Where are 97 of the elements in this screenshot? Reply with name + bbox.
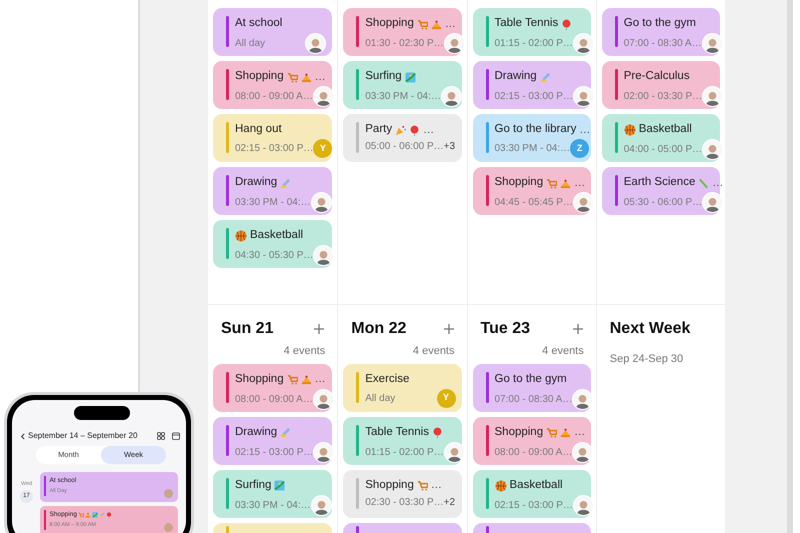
event-time: 02:00 - 03:30 P… [624,90,702,104]
ellipsis-text: … [314,70,326,85]
event-title: Basketball [638,122,692,138]
ellipsis-text: … [579,122,590,138]
event-title: Shopping [365,478,414,493]
avatar-initial: Y [436,388,456,408]
event-time: 05:30 - 06:00 P… [624,196,702,210]
ellipsis-text: … [314,372,326,388]
event-time: 07:00 - 08:30 A… [624,37,702,51]
event-title: At school [235,16,282,32]
event-title: Table Tennis [494,16,558,32]
event-card[interactable]: Basketball 04:00 - 05:00 P… [602,114,720,162]
event-title: Party [365,122,392,138]
ellipsis-text: … [423,122,434,138]
event-card[interactable]: Shopping … 02:30 - 03:30 P…+2 [343,470,462,518]
ellipsis-text: … [430,478,442,494]
avatar-initial: Z [570,139,590,158]
event-time: All day [365,392,396,406]
event-count: 4 events [284,344,326,359]
event-card[interactable]: Shopping … 08:00 - 09:00 A… [213,61,332,109]
event-card[interactable]: Party … 05:00 - 06:00 P…+3 [343,114,462,162]
event-time: 01:30 - 02:30 P… [365,37,444,51]
event-time: 02:30 - 03:30 P… [365,496,444,510]
event-time: 01:15 - 02:00 P… [494,37,573,51]
ellipsis-text: … [574,425,586,440]
event-card[interactable]: Drawing 02:15 - 03:00 P… [213,416,332,464]
event-title: Basketball [510,478,563,493]
event-title: Basketball [250,228,304,244]
event-card[interactable]: Basketball 04:30 - 05:30 P… [213,220,332,268]
event-card[interactable]: Shopping … 08:00 - 09:00 A… [213,364,332,412]
event-card[interactable]: Table Tennis 01:15 - 02:00 P… [472,8,591,56]
event-time: 04:45 - 05:45 P… [494,196,573,210]
event-time: 02:15 - 03:00 P… [235,446,314,460]
event-time: 03:30 PM - 04:… [494,142,570,156]
event-card[interactable]: Table Tennis 01:15 - 02:00 P… [343,416,462,464]
event-time: 02:15 - 03:00 P… [235,142,314,156]
event-title: Shopping [494,424,544,440]
event-time: 08:00 - 09:00 A… [494,446,572,460]
event-title: Shopping [235,372,284,387]
event-card[interactable]: Surfing 03:30 PM - 04:… [213,470,332,518]
day-title: Sun 21 [221,319,274,339]
event-card[interactable]: Shopping … 01:30 - 02:30 P… [343,8,462,56]
event-time: 05:00 - 06:00 P… [365,140,444,154]
event-title: Exercise [365,372,410,387]
event-count: 4 events [542,344,584,359]
more-count: +3 [444,140,456,154]
event-title: Surfing [365,69,402,84]
event-title: Drawing [494,69,537,84]
event-card[interactable]: Go to the gym 07:00 - 08:30 A… [602,8,720,56]
event-time: 08:00 - 09:00 A… [235,90,313,104]
event-card[interactable]: Go to the gym 07:00 - 08:30 A… [472,364,591,412]
event-title: Earth Science [624,175,696,190]
event-card[interactable]: Basketball 02:15 - 03:00 P… [472,470,591,518]
event-title: Shopping [235,69,284,84]
event-card[interactable]: Exercise All day Y [343,364,462,412]
event-card[interactable]: Earth Science … 05:30 - 06:00 P… [602,167,720,215]
ellipsis-text: … [444,16,456,32]
event-count: 4 events [412,344,454,359]
event-title: Surfing [235,478,272,493]
event-card[interactable]: Drawing 02:15 - 03:00 P… [472,61,591,109]
event-title: Drawing [235,175,278,190]
event-time: 07:00 - 08:30 A… [494,392,572,406]
avatar-initial: Y [313,139,332,158]
event-time: 02:15 - 03:00 P… [494,90,573,104]
event-card[interactable]: Shopping … 08:00 - 09:00 A… [472,416,591,464]
event-time: 04:30 - 05:30 P… [235,249,314,263]
date-range: Sep 24-Sep 30 [608,352,684,367]
event-time: 03:30 PM - 04:… [365,90,441,104]
event-card[interactable]: Surfing 03:30 PM - 04:… [343,61,462,109]
event-title: Drawing [235,424,278,440]
event-time: 08:00 - 09:00 A… [235,392,313,406]
event-card[interactable]: Hang out 02:15 - 03:00 P… Y [213,114,332,162]
event-title: Go to the gym [624,16,696,32]
day-title: Next Week [610,319,690,339]
event-card[interactable]: Shopping … 04:45 - 05:45 P… [472,167,591,215]
event-title: Pre-Calculus [624,69,690,84]
event-card[interactable]: Go to the library … 03:30 PM - 04:… Z [472,114,591,162]
event-time: 01:15 - 02:00 P… [365,446,444,460]
event-card[interactable]: At school All day [213,8,332,56]
event-card[interactable]: Drawing 03:30 PM - 04:… [213,167,332,215]
day-title: Tue 23 [480,319,530,339]
date-range-title: September 14 – September 20 [28,430,138,442]
ellipsis-text: … [574,176,586,191]
event-title: Hang out [235,122,282,138]
event-time: 02:15 - 03:00 P… [494,498,573,512]
event-title: Go to the gym [494,372,567,387]
event-title: Shopping [365,16,414,32]
event-title: Shopping [494,175,544,190]
event-time: All day [235,37,266,51]
event-card[interactable]: Pre-Calculus 02:00 - 03:30 P… [602,61,720,109]
event-title: Go to the library [494,122,576,138]
event-time: 03:30 PM - 04:… [235,196,311,210]
event-title: Table Tennis [365,424,429,440]
event-time: 03:30 PM - 04:… [235,498,311,512]
event-time: 04:00 - 05:00 P… [624,143,702,157]
more-count: +2 [444,496,456,510]
day-title: Mon 22 [351,319,406,339]
